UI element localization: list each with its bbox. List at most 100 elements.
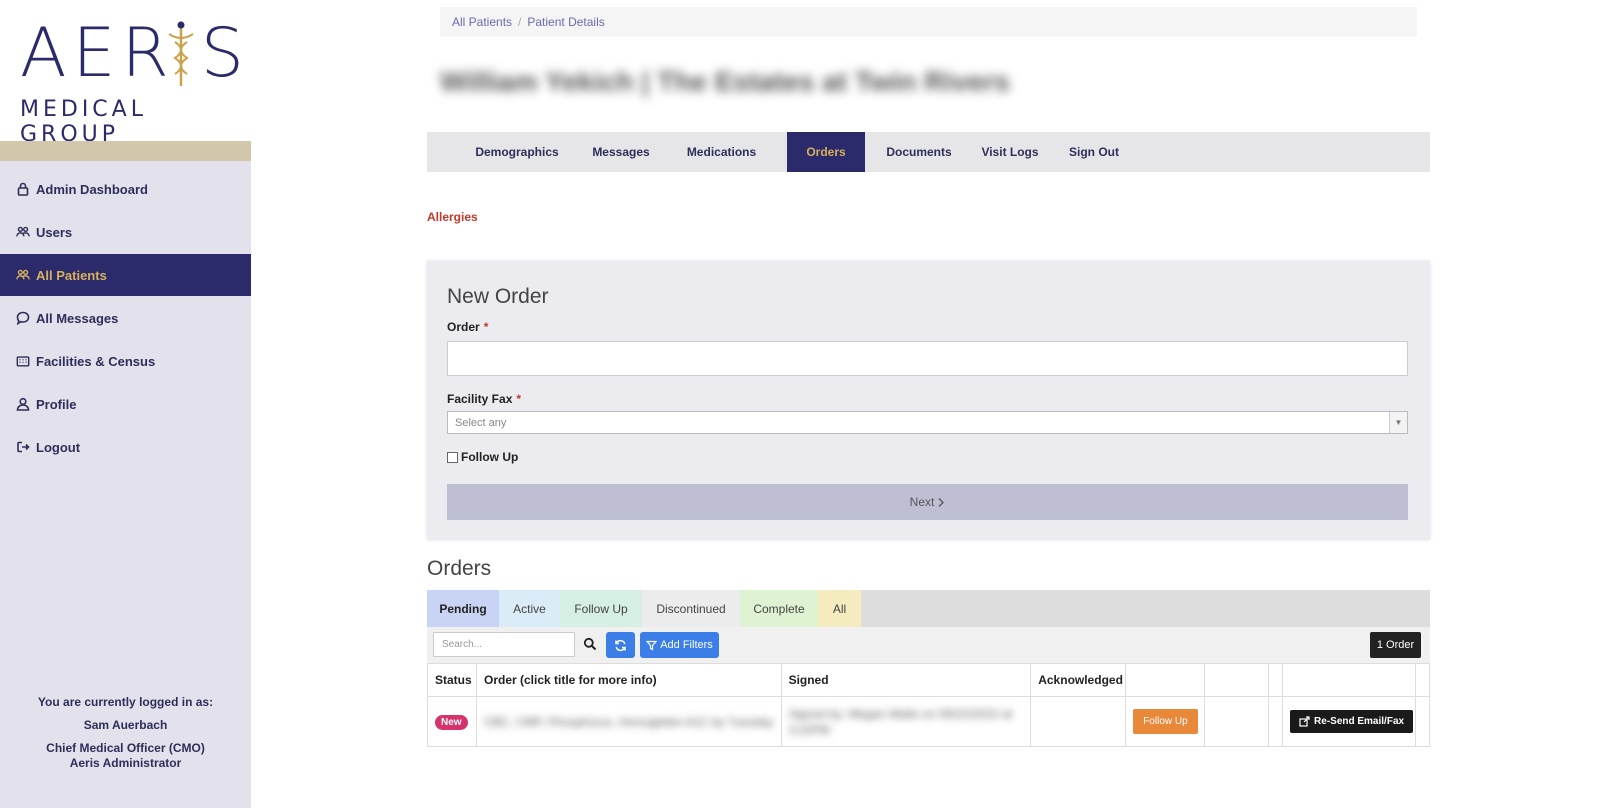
table-header-row: Status Order (click title for more info)… <box>427 663 1431 697</box>
follow-up-checkbox-row[interactable]: Follow Up <box>447 450 518 464</box>
orders-search-input[interactable]: Search... <box>433 632 575 657</box>
tab-orders[interactable]: Orders <box>787 132 865 172</box>
facility-fax-label: Facility Fax * <box>447 392 521 406</box>
sidebar-item-all-messages[interactable]: All Messages <box>0 297 251 339</box>
column-header-blank-3 <box>1414 663 1431 697</box>
tab-documents[interactable]: Documents <box>879 132 959 172</box>
logo-subtitle: MEDICAL GROUP <box>20 97 147 147</box>
aeris-logo[interactable]: AERIS MEDICAL GROUP <box>0 0 251 147</box>
tab-sign-out[interactable]: Sign Out <box>1060 132 1128 172</box>
sidebar-item-label: Profile <box>36 396 77 412</box>
sidebar-item-logout[interactable]: Logout <box>0 426 251 468</box>
chevron-down-icon: ▼ <box>1389 412 1407 433</box>
resend-email-fax-button[interactable]: Re-Send Email/Fax <box>1290 710 1414 733</box>
required-marker: * <box>516 392 522 406</box>
allergies-link[interactable]: Allergies <box>427 210 478 224</box>
logged-in-caption: You are currently logged in as: <box>37 695 214 709</box>
new-order-panel: New Order Order * Facility Fax * Select an… <box>427 261 1430 540</box>
acknowledged-cell <box>1030 696 1127 747</box>
refresh-button[interactable] <box>606 632 635 658</box>
logo-wordmark: AERIS <box>20 14 250 93</box>
caduceus-icon <box>166 20 196 88</box>
logged-in-org: Aeris Administrator <box>69 756 182 770</box>
breadcrumb: All Patients / Patient Details <box>440 7 1417 37</box>
building-icon <box>16 356 30 367</box>
column-header-blank-1 <box>1204 663 1270 697</box>
blank-cell <box>1414 696 1431 747</box>
status-badge: New <box>435 714 468 730</box>
follow-up-button[interactable]: Follow Up <box>1133 709 1198 734</box>
order-label: Order * <box>447 320 488 334</box>
orders-count-badge: 1 Order <box>1370 632 1421 658</box>
column-header-actions <box>1282 663 1416 697</box>
new-order-heading: New Order <box>447 285 549 308</box>
tab-pending[interactable]: Pending <box>427 590 499 627</box>
patient-tabs: Demographics Messages Medications Orders… <box>427 132 1430 172</box>
facility-fax-select[interactable]: Select any ▼ <box>447 411 1408 434</box>
sidebar-item-facilities-census[interactable]: Facilities & Census <box>0 340 251 382</box>
orders-heading: Orders <box>427 557 492 580</box>
refresh-icon <box>615 639 626 651</box>
users-icon <box>16 226 30 237</box>
tab-active[interactable]: Active <box>499 590 560 627</box>
column-header-blank-2 <box>1268 663 1284 697</box>
sidebar-item-label: All Patients <box>36 267 107 283</box>
sidebar-item-label: Logout <box>36 439 81 455</box>
resend-label: Re-Send Email/Fax <box>1314 716 1405 727</box>
order-input[interactable] <box>447 341 1408 376</box>
column-header-followup <box>1125 663 1206 697</box>
sidebar-item-label: All Messages <box>36 310 119 326</box>
tab-complete[interactable]: Complete <box>740 590 818 627</box>
order-title-link[interactable]: CBC, CMP, Phosphorus, Hemoglobin A1C by … <box>484 714 781 730</box>
orders-filter-tabs: Pending Active Follow Up Discontinued Co… <box>427 590 1430 627</box>
user-icon <box>16 397 30 411</box>
facility-fax-label-text: Facility Fax <box>447 392 513 406</box>
blank-cell <box>1204 696 1270 747</box>
actions-cell: Re-Send Email/Fax <box>1282 696 1416 747</box>
tab-medications[interactable]: Medications <box>675 132 768 172</box>
column-header-order: Order (click title for more info) <box>475 663 782 697</box>
sidebar-accent-bar <box>0 141 251 161</box>
follow-up-checkbox[interactable] <box>447 451 458 463</box>
breadcrumb-separator: / <box>518 15 522 29</box>
tab-discontinued[interactable]: Discontinued <box>642 590 740 627</box>
sidebar-item-label: Users <box>36 224 73 240</box>
signed-text: Signed by: Megan Watts on 09/22/2022 at … <box>788 706 1013 737</box>
sidebar-item-users[interactable]: Users <box>0 211 251 253</box>
logged-in-name: Sam Auerbach <box>83 718 168 732</box>
column-header-status: Status <box>427 663 477 697</box>
followup-cell: Follow Up <box>1125 696 1206 747</box>
order-cell[interactable]: CBC, CMP, Phosphorus, Hemoglobin A1C by … <box>475 696 782 747</box>
sidebar-item-label: Facilities & Census <box>36 353 156 369</box>
next-button-label: Next <box>909 495 935 509</box>
sidebar-item-profile[interactable]: Profile <box>0 383 251 425</box>
tab-demographics[interactable]: Demographics <box>465 132 569 172</box>
logout-icon <box>17 441 30 453</box>
tab-visit-logs[interactable]: Visit Logs <box>974 132 1046 172</box>
sidebar-item-label: Admin Dashboard <box>36 181 148 197</box>
table-row: New CBC, CMP, Phosphorus, Hemoglobin A1C… <box>427 696 1431 747</box>
breadcrumb-patient-details[interactable]: Patient Details <box>527 15 604 29</box>
sidebar-item-all-patients[interactable]: All Patients <box>0 254 251 296</box>
logged-in-role: Chief Medical Officer (CMO) <box>46 741 205 755</box>
sidebar-item-admin-dashboard[interactable]: Admin Dashboard <box>0 168 251 210</box>
orders-table: Status Order (click title for more info)… <box>427 663 1431 747</box>
search-icon[interactable] <box>583 637 597 651</box>
column-header-acknowledged: Acknowledged <box>1030 663 1127 697</box>
next-button[interactable]: Next <box>447 484 1408 520</box>
signed-cell: Signed by: Megan Watts on 09/22/2022 at … <box>780 696 1032 747</box>
blank-cell <box>1268 696 1284 747</box>
status-cell: New <box>427 696 477 747</box>
tab-follow-up[interactable]: Follow Up <box>560 590 642 627</box>
chat-icon <box>16 311 30 325</box>
tab-messages[interactable]: Messages <box>584 132 658 172</box>
add-filters-button[interactable]: Add Filters <box>640 632 719 658</box>
sidebar: AERIS MEDICAL GROUP Admin Dashboard User… <box>0 0 251 808</box>
follow-up-checkbox-label: Follow Up <box>461 450 519 464</box>
tab-all[interactable]: All <box>818 590 861 627</box>
add-filters-label: Add Filters <box>660 639 713 651</box>
share-icon <box>1299 716 1310 727</box>
breadcrumb-all-patients[interactable]: All Patients <box>452 15 512 29</box>
filter-icon <box>646 640 658 650</box>
patient-title: William Yekich | The Estates at Twin Riv… <box>440 66 1010 97</box>
